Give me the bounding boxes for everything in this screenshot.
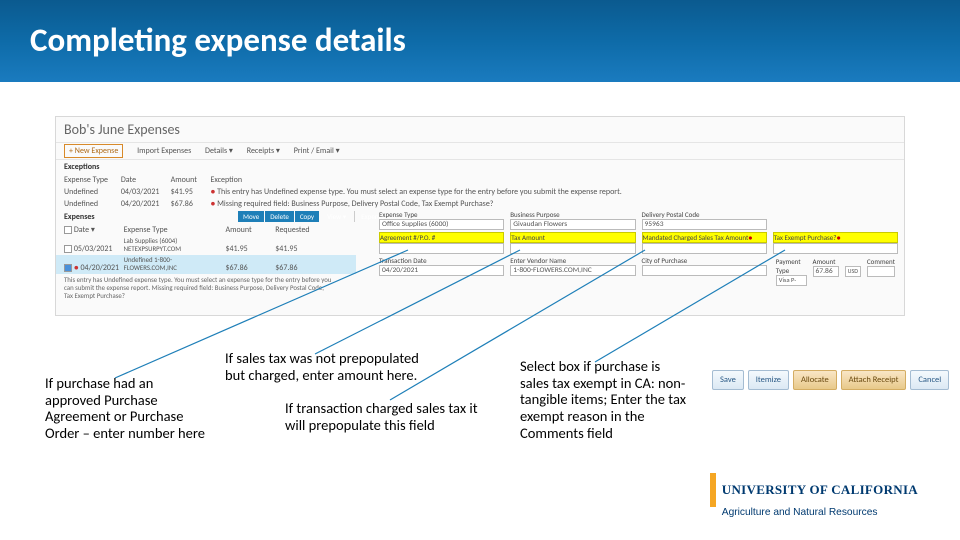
expense-cols: Date ▾ Expense Type Amount Requested — [56, 224, 356, 236]
currency-select[interactable]: USD ▾ — [845, 266, 861, 277]
expenses-header: Expenses — [56, 210, 356, 224]
exception-row: Undefined 04/03/2021 $41.95 ● This entry… — [56, 186, 904, 198]
save-button[interactable]: Save — [712, 370, 744, 390]
row-exception-detail: This entry has Undefined expense type. Y… — [56, 274, 341, 302]
tax-exempt-select[interactable] — [773, 243, 898, 254]
expense-row[interactable]: 05/03/2021 Lab Supplies (6004) NETEXPSUR… — [56, 236, 356, 255]
allocate-button[interactable]: Allocate — [793, 370, 837, 390]
callout-tax-exempt: Select box if purchase is sales tax exem… — [520, 358, 690, 441]
expense-type-select[interactable]: Office Supplies (6000) — [379, 219, 504, 230]
page-title: Completing expense details — [30, 20, 406, 60]
tax-amount-field[interactable] — [510, 243, 635, 254]
action-button-row: Save Itemize Allocate Attach Receipt Can… — [712, 370, 951, 390]
exceptions-header: Exceptions — [56, 160, 904, 174]
select-all-checkbox[interactable] — [64, 226, 72, 234]
row-checkbox[interactable] — [64, 245, 72, 253]
amount-field[interactable]: 67.86 — [813, 266, 839, 277]
details-menu[interactable]: Details ▾ — [205, 146, 233, 156]
exceptions-cols: Expense Type Date Amount Exception — [56, 174, 904, 186]
receipts-menu[interactable]: Receipts ▾ — [247, 146, 280, 156]
callout-agreement-po: If purchase had an approved Purchase Agr… — [45, 375, 210, 442]
expenses-list: Expenses Date ▾ Expense Type Amount Requ… — [56, 212, 356, 302]
delivery-postal-field[interactable]: 95963 — [642, 219, 767, 230]
comment-field[interactable] — [867, 266, 895, 277]
expense-app-screenshot: Bob's June Expenses + New Expense Import… — [55, 116, 905, 316]
tax-exempt-label: Tax Exempt Purchase?● — [773, 232, 898, 243]
expense-detail-pane: Expense TypeOffice Supplies (6000) Busin… — [376, 209, 901, 288]
report-title: Bob's June Expenses — [56, 117, 904, 143]
vendor-name-field[interactable]: 1-800-FLOWERS.COM,INC — [510, 265, 635, 276]
logo-bar-icon — [710, 473, 716, 507]
uc-anr-logo: UNIVERSITY OF CALIFORNIA Agriculture and… — [710, 473, 918, 518]
tax-amount-label: Tax Amount — [510, 232, 635, 243]
callout-mandated-sales-tax: If transaction charged sales tax it will… — [285, 400, 495, 433]
logo-sub-text: Agriculture and Natural Resources — [710, 507, 918, 518]
cancel-button[interactable]: Cancel — [910, 370, 949, 390]
callout-tax-amount: If sales tax was not prepopulated but ch… — [225, 350, 435, 383]
payment-type-field[interactable]: Visa P-Card — [776, 275, 807, 286]
transaction-date-field[interactable]: 04/20/2021 — [379, 265, 504, 276]
business-purpose-field[interactable]: Givaudan Flowers — [510, 219, 635, 230]
agreement-po-field[interactable] — [379, 243, 504, 254]
city-purchase-field[interactable] — [642, 265, 767, 276]
itemize-button[interactable]: Itemize — [748, 370, 789, 390]
import-expenses-link[interactable]: Import Expenses — [137, 146, 191, 156]
new-expense-button[interactable]: + New Expense — [64, 144, 123, 158]
mandated-sales-tax-label: Mandated Charged Sales Tax Amount● — [642, 232, 767, 243]
mandated-sales-tax-field[interactable] — [642, 243, 767, 254]
logo-main-text: UNIVERSITY OF CALIFORNIA — [722, 482, 918, 498]
toolbar: + New Expense Import Expenses Details ▾ … — [56, 143, 904, 160]
print-email-menu[interactable]: Print / Email ▾ — [294, 146, 340, 156]
attach-receipt-button[interactable]: Attach Receipt — [841, 370, 907, 390]
row-checkbox[interactable] — [64, 264, 72, 272]
agreement-po-label: Agreement #/P.O. # — [379, 232, 504, 243]
expense-row[interactable]: ● 04/20/2021 Undefined 1-800-FLOWERS.COM… — [56, 255, 356, 274]
